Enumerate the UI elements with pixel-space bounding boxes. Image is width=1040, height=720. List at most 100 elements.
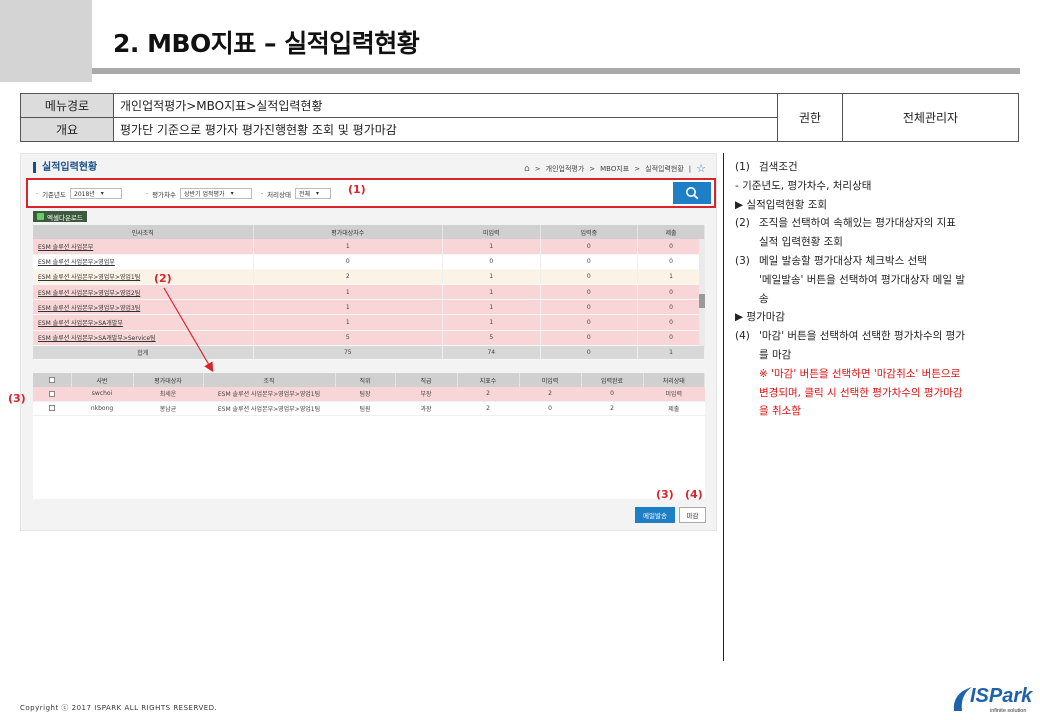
note-number: (1) — [735, 161, 750, 173]
table-row[interactable]: ESM 솔루션 사업본부>영업부>영업3팀 1 1 0 0 — [33, 299, 705, 316]
breadcrumb-item[interactable]: 실적입력현황 — [645, 164, 684, 174]
note-text: '마감' 버튼을 선택하여 선택한 평가차수의 평가 — [759, 330, 966, 343]
table-cell: 0 — [253, 254, 444, 270]
select-all-checkbox[interactable] — [48, 377, 55, 383]
auth-label: 권한 — [777, 93, 843, 142]
total-cell: 74 — [442, 345, 541, 360]
table-cell: 1 — [637, 269, 705, 286]
auth-value: 전체관리자 — [842, 93, 1019, 142]
title-underline — [92, 68, 1020, 74]
table-cell: 0 — [581, 387, 643, 402]
corner-decoration — [0, 0, 92, 82]
table-row[interactable]: ESM 솔루션 사업본부>영업부 0 0 0 0 — [33, 254, 705, 270]
star-icon[interactable]: ☆ — [696, 162, 706, 175]
table-row[interactable]: ESM 솔루션 사업본부>영업부>영업2팀 1 1 0 0 — [33, 284, 705, 301]
table-cell: 부장 — [395, 387, 457, 402]
org-link[interactable]: ESM 솔루션 사업본부>SA개발부 — [33, 314, 254, 331]
row-checkbox-cell — [33, 401, 71, 416]
callout-4-close: (4) — [685, 488, 703, 501]
table-cell: 팀원 — [335, 401, 395, 416]
table-cell: 0 — [637, 239, 705, 255]
org-link[interactable]: ESM 솔루션 사업본부>영업부>영업1팀 — [33, 269, 254, 286]
table-scrollbar[interactable] — [699, 239, 705, 346]
close-evaluation-button[interactable]: 마감 — [679, 507, 706, 523]
column-header: 직위 — [335, 373, 396, 387]
column-header: 인사조직 — [33, 225, 254, 239]
org-link[interactable]: ESM 솔루션 사업본부>영업부>영업2팀 — [33, 284, 254, 301]
column-header: 평가대상자 — [133, 373, 204, 387]
table-row[interactable]: ESM 솔루션 사업본부>SA개발부 1 1 0 0 — [33, 314, 705, 331]
table-cell: 0 — [540, 330, 639, 346]
table-cell: 0 — [540, 269, 639, 286]
note-text: 실적 입력현황 조회 — [759, 236, 843, 249]
year-select[interactable]: 2018년 ▾ — [70, 188, 122, 199]
org-link[interactable]: ESM 솔루션 사업본부>영업부>영업3팀 — [33, 299, 254, 316]
table-row[interactable]: ESM 솔루션 사업본부 1 1 0 0 — [33, 239, 705, 255]
total-cell: 1 — [637, 345, 705, 360]
note-number: (4) — [735, 330, 750, 343]
send-mail-button[interactable]: 메일발송 — [635, 507, 675, 523]
column-header: 미입력 — [519, 373, 582, 387]
excel-icon — [37, 213, 44, 220]
column-header: 평가대상자수 — [253, 225, 444, 239]
org-link[interactable]: ESM 솔루션 사업본부>영업부 — [33, 254, 254, 270]
description-notes: (1) 검색조건 - 기준년도, 평가차수, 처리상태 ▶ 실적입력현황 조회 (… — [735, 158, 1025, 421]
column-header: 직급 — [395, 373, 458, 387]
total-row: 합계 75 74 0 1 — [33, 345, 705, 360]
table-cell: 2 — [581, 401, 643, 416]
menu-path-label: 메뉴경로 — [20, 93, 114, 118]
info-table: 메뉴경로 개인업적평가>MBO지표>실적입력현황 권한 전체관리자 개요 평가단… — [20, 93, 1019, 142]
status-select[interactable]: 전체 ▾ — [295, 188, 331, 199]
note-warning: 변경되며, 클릭 시 선택한 평가차수의 평가마감 — [759, 386, 963, 399]
breadcrumb-item[interactable]: 개인업적평가 — [546, 164, 585, 174]
excel-download-button[interactable]: 엑셀다운로드 — [33, 211, 87, 222]
row-checkbox-cell — [33, 387, 71, 402]
table-cell: 최세운 — [133, 387, 203, 402]
round-select[interactable]: 상반기 업적평가 ▾ — [180, 188, 252, 199]
table-cell: 봉남균 — [133, 401, 203, 416]
total-cell: 75 — [253, 345, 444, 360]
note-section: ▶ 실적입력현황 조회 — [735, 198, 828, 211]
note-warning: ※ '마감' 버튼을 선택하면 '마감취소' 버튼으로 — [759, 367, 961, 380]
note-text: 조직을 선택하여 속해있는 평가대상자의 지표 — [759, 217, 956, 230]
home-icon[interactable]: ⌂ — [524, 164, 530, 174]
select-all-header — [33, 373, 72, 387]
note-section: ▶ 평가마감 — [735, 311, 786, 324]
year-filter: · 기준년도 2018년 ▾ — [36, 188, 122, 199]
breadcrumb-item[interactable]: MBO지표 — [600, 164, 629, 174]
page-title: 실적입력현황 — [33, 162, 97, 173]
table-row[interactable]: nkbong 봉남균 ESM 솔루션 사업본부>영업부>영업1팀 팀원 과장 2 0 2 제출 — [33, 401, 705, 416]
row-checkbox[interactable] — [49, 390, 55, 397]
org-status-table: 인사조직 평가대상자수 미입력 입력중 제출 ESM 솔루션 사업본부 1 1 0 0 E… — [33, 225, 705, 360]
table-cell: 0 — [519, 401, 581, 416]
search-button[interactable] — [673, 182, 711, 204]
table-cell: 0 — [540, 239, 639, 255]
row-checkbox[interactable] — [49, 405, 55, 411]
chevron-down-icon: ▾ — [100, 190, 104, 197]
table-cell: 팀장 — [335, 387, 395, 402]
table-cell: 0 — [637, 314, 705, 331]
table-row[interactable]: ESM 솔루션 사업본부>영업부>영업1팀 2 1 0 1 — [33, 269, 705, 286]
note-number: (3) — [735, 254, 750, 267]
callout-1: (1) — [348, 183, 366, 196]
note-text: 를 마감 — [759, 348, 792, 361]
scrollbar-thumb[interactable] — [699, 294, 705, 308]
copyright: Copyright ⓒ 2017 ISPARK ALL RIGHTS RESER… — [20, 704, 218, 712]
table-cell: 1 — [253, 284, 444, 301]
table-row[interactable]: swchoi 최세운 ESM 솔루션 사업본부>영업부>영업1팀 팀장 부장 2 2 0 미입력 — [33, 387, 705, 402]
status-label: 처리상태 — [267, 190, 291, 199]
table-row[interactable]: ESM 솔루션 사업본부>SA개발부>Service팀 5 5 0 0 — [33, 330, 705, 346]
table-cell: 1 — [253, 314, 444, 331]
round-filter: · 평가차수 상반기 업적평가 ▾ — [146, 188, 252, 199]
summary-value: 평가단 기준으로 평가자 평가진행현황 조회 및 평가마감 — [113, 117, 778, 142]
table-cell: nkbong — [71, 401, 133, 416]
table-cell: 0 — [540, 284, 639, 301]
org-link[interactable]: ESM 솔루션 사업본부>SA개발부>Service팀 — [33, 330, 254, 346]
column-header: 조직 — [203, 373, 336, 387]
table-cell: 1 — [253, 239, 444, 255]
org-link[interactable]: ESM 솔루션 사업본부 — [33, 239, 254, 255]
column-header: 입력완료 — [581, 373, 644, 387]
table-cell: 0 — [540, 254, 639, 270]
ispark-logo: ISPark infinite solution — [950, 683, 1032, 717]
summary-label: 개요 — [20, 117, 114, 142]
